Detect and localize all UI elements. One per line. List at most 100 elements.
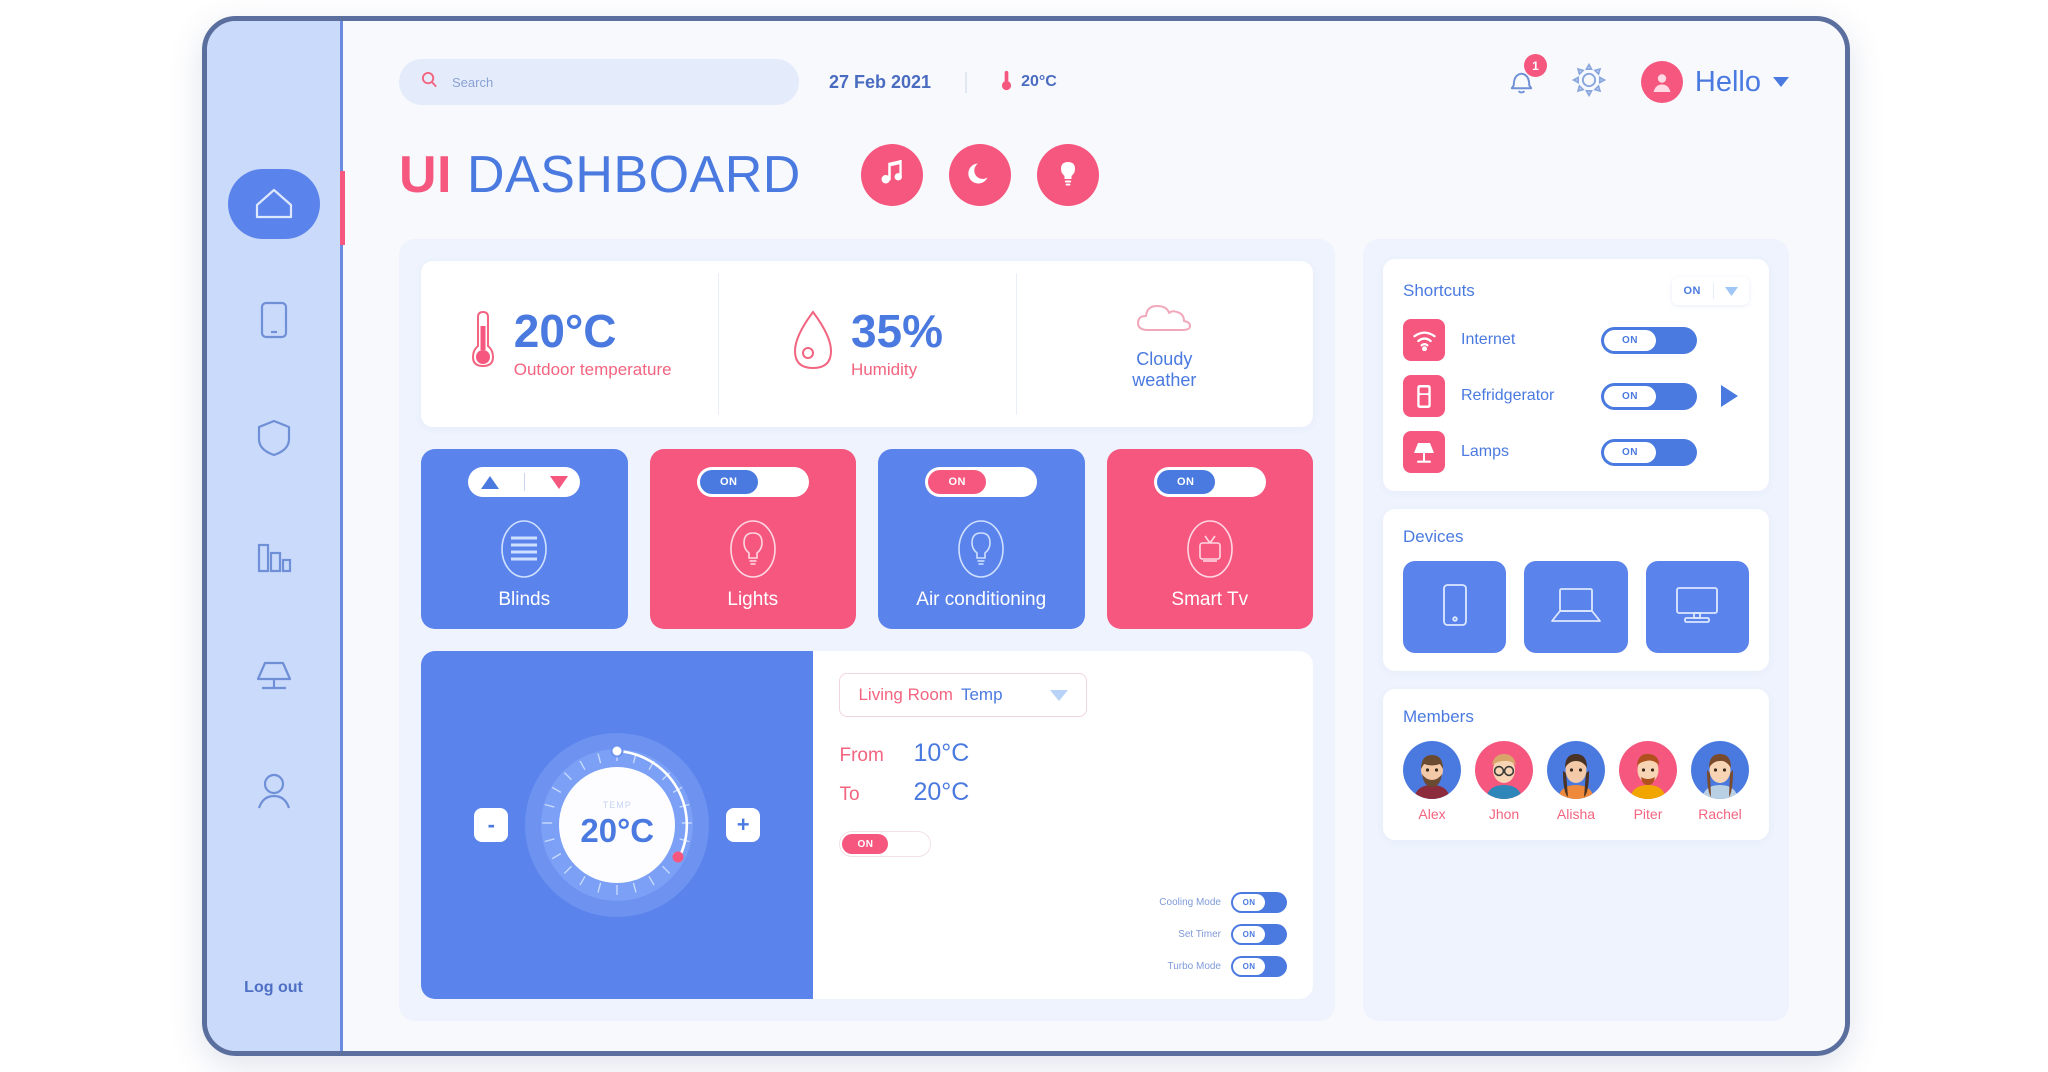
mode-row-timer: Set Timer ON [1159,924,1287,945]
weather-condition-cell: Cloudy weather [1015,261,1313,427]
devices-header: Devices [1403,527,1749,547]
weather-humidity-text: 35% Humidity [851,308,943,380]
sidebar-item-profile[interactable] [228,759,320,829]
user-avatar-icon [1640,61,1683,103]
shortcuts-card: Shortcuts ON Internet ON Refridgerator O… [1383,259,1769,491]
member-name: Alisha [1556,806,1596,822]
shortcuts-state-select[interactable]: ON [1671,277,1749,305]
control-divider [523,473,525,491]
member-piter[interactable]: Piter [1619,741,1677,822]
gear-icon [1571,62,1607,102]
device-card-air-conditioning[interactable]: ON Air conditioning [878,449,1085,629]
air-conditioning-toggle[interactable]: ON [925,467,1038,497]
user-menu[interactable]: Hello [1640,61,1789,103]
temperature-decrease-button[interactable]: - [474,808,509,842]
settings-button[interactable] [1571,62,1607,103]
internet-toggle[interactable]: ON [1601,326,1697,354]
set-timer-toggle[interactable]: ON [1231,924,1287,945]
weather-condition-line2: weather [1132,369,1197,390]
device-card-smart-tv[interactable]: ON Smart Tv [1106,449,1313,629]
shortcuts-play-button[interactable] [1709,376,1749,416]
mode-row-turbo: Turbo Mode ON [1159,956,1287,977]
right-column: Shortcuts ON Internet ON Refridgerator O… [1363,239,1789,1021]
lamps-toggle[interactable]: ON [1601,438,1697,466]
shortcut-row-lamps: Lamps ON [1403,431,1697,473]
device-tile-laptop[interactable] [1524,561,1628,653]
sidebar-item-lighting[interactable] [228,641,320,711]
thermostat-dial[interactable]: TEMP 20°C [522,730,712,920]
thermostat-power-toggle[interactable]: ON [839,831,932,857]
device-tile-monitor[interactable] [1645,561,1749,653]
sidebar-item-security[interactable] [228,405,320,475]
music-button[interactable] [860,144,923,206]
blinds-icon [495,513,553,590]
device-card-label: Blinds [498,589,551,610]
triangle-up-icon[interactable] [480,475,499,489]
play-icon [1720,385,1738,407]
room-select[interactable]: Living Room Temp [839,673,1088,717]
dashboard-content: 20°C Outdoor temperature 35% Humidity Cl… [399,239,1789,1021]
search-input[interactable]: Search [399,59,799,105]
lamp-icon [1403,431,1445,473]
device-card-blinds[interactable]: Blinds [421,449,628,629]
tablet-icon [1438,581,1472,634]
cooling-mode-toggle[interactable]: ON [1231,892,1287,913]
thermostat-dial-readout: TEMP 20°C [522,730,712,920]
weather-humidity-label: Humidity [850,360,918,379]
to-label: To [839,784,860,805]
refridgerator-toggle[interactable]: ON [1601,382,1697,410]
blinds-updown-control[interactable] [468,467,581,497]
turbo-mode-toggle[interactable]: ON [1231,956,1287,977]
tablet-icon [257,300,291,345]
sidebar-item-devices[interactable] [228,287,320,357]
notification-badge: 1 [1523,54,1547,77]
member-rachel[interactable]: Rachel [1691,741,1749,822]
shortcut-label: Lamps [1461,443,1510,460]
room-select-accent: Living Room [858,685,953,704]
devices-list [1403,561,1749,653]
main-content: Search 27 Feb 2021 20°C 1 Hello UI DASHB… [343,21,1845,1051]
topbar: Search 27 Feb 2021 20°C 1 Hello [399,54,1789,109]
device-tile-tablet[interactable] [1403,561,1507,653]
temperature-range: From 10°C To 20°C [839,739,1287,807]
mode-label: Cooling Mode [1159,897,1221,908]
shortcuts-list: Internet ON Refridgerator ON Lamps ON [1403,319,1697,473]
shortcuts-header: Shortcuts ON [1403,277,1749,305]
lights-toggle[interactable]: ON [696,467,809,497]
current-date: 27 Feb 2021 [829,71,968,93]
mode-label: Set Timer [1178,929,1221,940]
mode-row-cooling: Cooling Mode ON [1159,892,1287,913]
weather-temperature-label: Outdoor temperature [513,360,672,379]
devices-card: Devices [1383,509,1769,671]
topbar-temperature-value: 20°C [1021,73,1057,90]
member-alex[interactable]: Alex [1403,741,1461,822]
topbar-actions: 1 Hello [1506,54,1789,103]
toggle-knob: ON [1233,926,1265,943]
sidebar-item-home[interactable] [227,169,320,239]
light-button[interactable] [1036,144,1099,206]
thermostat-modes: Cooling Mode ON Set Timer ON Turbo Mode … [1159,892,1287,977]
triangle-down-icon[interactable] [549,475,568,489]
night-mode-button[interactable] [948,144,1011,206]
shortcuts-body: Internet ON Refridgerator ON Lamps ON [1403,319,1749,473]
wifi-icon [1403,319,1445,361]
temperature-from-row: From 10°C [839,739,1287,768]
user-greeting: Hello [1694,65,1761,98]
toggle-knob: ON [1604,441,1656,463]
logout-button[interactable]: Log out [244,979,303,997]
chevron-down-icon [1050,689,1069,701]
right-panel: Shortcuts ON Internet ON Refridgerator O… [1363,239,1789,1021]
member-jhon[interactable]: Jhon [1475,741,1533,822]
member-alisha[interactable]: Alisha [1547,741,1605,822]
device-card-label: Lights [727,589,779,610]
lamp-icon [252,655,296,698]
notifications-button[interactable]: 1 [1506,54,1547,101]
temperature-increase-button[interactable]: + [726,808,761,842]
members-header: Members [1403,707,1749,727]
weather-temperature-cell: 20°C Outdoor temperature [421,261,718,427]
sidebar-item-statistics[interactable] [228,523,320,593]
device-card-lights[interactable]: ON Lights [649,449,856,629]
smart-tv-toggle[interactable]: ON [1153,467,1266,497]
members-title: Members [1403,707,1474,726]
member-name: Alex [1418,806,1446,822]
